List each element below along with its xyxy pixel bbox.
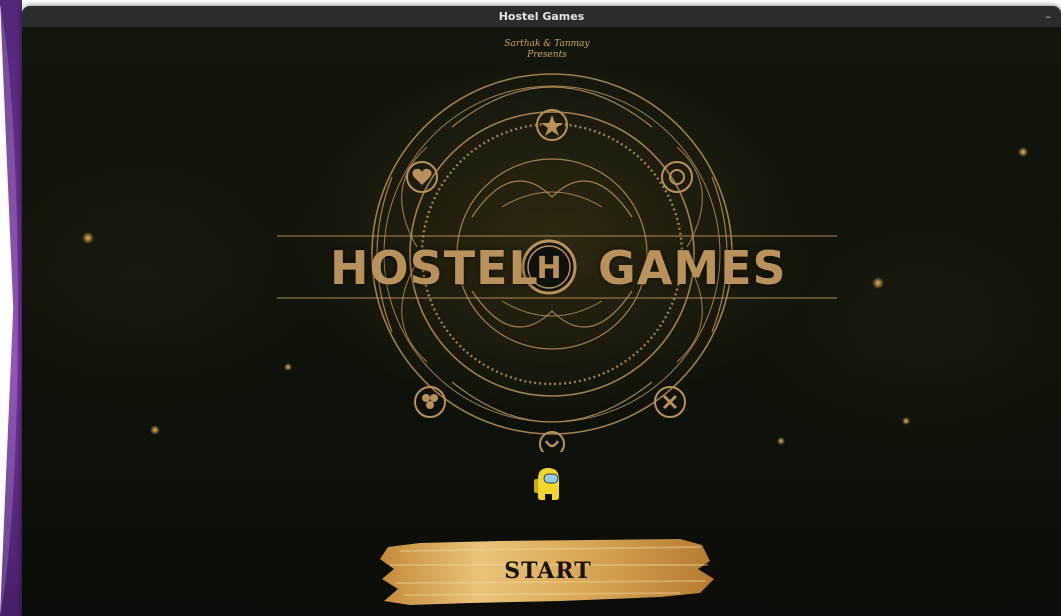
crescent-icon (539, 431, 565, 452)
credit-line: Sarthak & Tanmay (504, 39, 590, 49)
ember-particle (1018, 147, 1028, 157)
ember-particle (902, 417, 910, 425)
crewmate-icon (534, 468, 559, 500)
ember-particle (82, 232, 94, 244)
brand-monogram: H (536, 251, 561, 286)
window-title: Hostel Games (498, 10, 585, 23)
clover-icon (414, 386, 446, 418)
app-window: Hostel Games – Sarthak & Tanmay Presents (22, 6, 1061, 616)
ember-particle (150, 425, 160, 435)
window-titlebar[interactable]: Hostel Games – (22, 6, 1061, 27)
start-button[interactable]: START (380, 535, 716, 607)
ember-particle (872, 277, 884, 289)
game-stage: Sarthak & Tanmay Presents H HOSTEL GAMES… (22, 27, 1061, 616)
start-button-label: START (504, 558, 592, 584)
desktop-edge (0, 0, 22, 616)
cross-icon (654, 386, 686, 418)
brand-title-right: GAMES (598, 241, 787, 295)
minimize-button[interactable]: – (1046, 6, 1052, 27)
brand-title-left: HOSTEL (330, 241, 539, 295)
splash-art: Sarthak & Tanmay Presents H HOSTEL GAMES (22, 27, 1061, 457)
ember-particle (284, 363, 292, 371)
